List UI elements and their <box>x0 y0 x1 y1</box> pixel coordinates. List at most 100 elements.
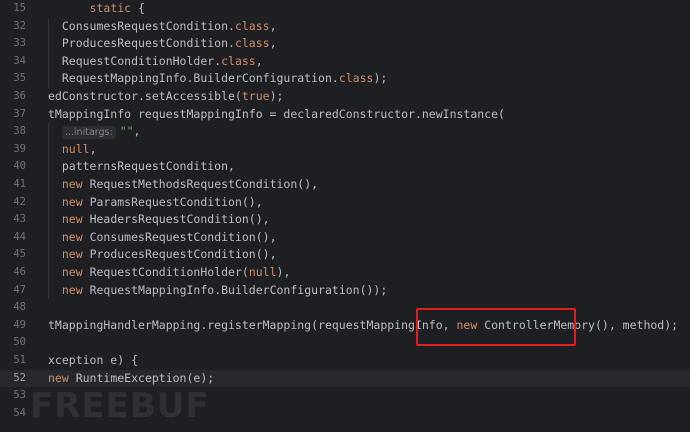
keyword-token: new <box>61 229 83 244</box>
code-line[interactable]: 49 tMappingHandlerMapping.registerMapping… <box>0 317 690 335</box>
code-token: RuntimeException(e); <box>68 370 215 385</box>
code-line[interactable]: 41 new RequestMethodsRequestCondition(), <box>0 176 690 194</box>
code-text: ConsumesRequestCondition.class, <box>48 18 277 36</box>
line-number: 37 <box>13 107 26 120</box>
code-line[interactable]: 50 <box>0 334 690 352</box>
keyword-token: new <box>61 194 83 209</box>
code-token: RequestMappingInfo.BuilderConfiguration. <box>61 71 339 86</box>
code-token: , <box>269 36 277 51</box>
code-token: ConsumesRequestCondition. <box>61 18 235 33</box>
code-line[interactable]: 42 new ParamsRequestCondition(), <box>0 194 690 212</box>
line-number: 49 <box>13 318 26 331</box>
code-text: new RequestMethodsRequestCondition(), <box>48 176 318 194</box>
code-token: RequestMappingInfo.BuilderConfiguration(… <box>82 282 388 297</box>
code-line[interactable]: 34 RequestConditionHolder.class, <box>0 53 690 71</box>
line-number: 50 <box>13 336 26 349</box>
highlight-box <box>416 308 576 346</box>
keyword-token: new <box>61 282 83 297</box>
code-line[interactable]: 36 edConstructor.setAccessible(true); <box>0 88 690 106</box>
code-line[interactable]: 46 new RequestConditionHolder(null), <box>0 264 690 282</box>
code-text: patternsRequestCondition, <box>48 158 235 176</box>
code-line[interactable]: 35 RequestMappingInfo.BuilderConfigurati… <box>0 70 690 88</box>
keyword-token: class <box>338 71 374 86</box>
code-token: ParamsRequestCondition(), <box>82 194 263 209</box>
code-token: patternsRequestCondition, <box>61 159 235 174</box>
line-number: 36 <box>13 90 26 102</box>
keyword-token: new <box>61 265 83 279</box>
line-number: 33 <box>13 37 26 50</box>
code-token: ), <box>276 265 291 279</box>
keyword-token: null <box>248 265 277 279</box>
code-token: , <box>255 53 263 68</box>
code-text: RequestConditionHolder.class, <box>48 53 263 71</box>
string-token: "" <box>119 124 134 139</box>
line-number: 42 <box>13 195 26 208</box>
code-line[interactable]: 48 <box>0 299 690 317</box>
code-token: tMappingInfo requestMappingInfo = declar… <box>48 106 505 121</box>
code-text: ProducesRequestCondition.class, <box>48 35 277 53</box>
code-token: , <box>89 141 97 156</box>
code-line[interactable]: 44 new ConsumesRequestCondition(), <box>0 229 690 247</box>
line-number: 47 <box>13 283 26 296</box>
code-line[interactable]: 52 new RuntimeException(e); <box>0 369 690 388</box>
code-text: static { <box>48 0 145 18</box>
code-text: RequestMappingInfo.BuilderConfiguration.… <box>48 70 387 88</box>
code-token: ); <box>269 89 284 103</box>
code-text: new ConsumesRequestCondition(), <box>48 229 277 247</box>
code-text: ...initargs: "", <box>48 123 140 141</box>
code-token: { <box>131 1 145 15</box>
code-token: , <box>133 124 141 139</box>
line-number: 44 <box>13 230 26 243</box>
code-text: xception e) { <box>48 352 138 370</box>
code-line[interactable]: 37 tMappingInfo requestMappingInfo = decl… <box>0 106 690 124</box>
code-token: ); <box>373 71 388 86</box>
code-text: edConstructor.setAccessible(true); <box>48 88 283 106</box>
keyword-token: null <box>61 141 90 156</box>
code-line[interactable]: 39 null, <box>0 141 690 159</box>
code-line[interactable]: 43 new HeadersRequestCondition(), <box>0 211 690 229</box>
code-line[interactable]: 15 static { <box>0 0 690 18</box>
line-number: 52 <box>13 371 26 384</box>
code-token: xception e) { <box>48 353 139 367</box>
indent-guide <box>48 123 49 300</box>
code-token: edConstructor.setAccessible( <box>48 89 242 103</box>
line-number: 41 <box>13 178 26 190</box>
keyword-token: new <box>48 370 69 385</box>
code-text: new RuntimeException(e); <box>48 370 214 388</box>
line-number: 51 <box>13 354 26 366</box>
code-token: tMappingHandlerMapping.registerMapping(r… <box>48 317 457 332</box>
code-line[interactable]: 47 new RequestMappingInfo.BuilderConfigu… <box>0 282 690 300</box>
keyword-token: new <box>61 177 83 191</box>
code-token: RequestConditionHolder. <box>61 53 222 68</box>
code-text: new ParamsRequestCondition(), <box>48 194 263 212</box>
line-number: 35 <box>13 72 26 85</box>
code-line[interactable]: 38 ...initargs: "", <box>0 123 690 141</box>
line-number: 48 <box>13 301 26 314</box>
line-number: 53 <box>13 389 26 402</box>
line-number: 45 <box>13 248 26 261</box>
code-editor[interactable]: 15 static {32 ConsumesRequestCondition.c… <box>0 0 690 432</box>
keyword-token: static <box>89 1 132 15</box>
line-number: 46 <box>13 266 26 278</box>
keyword-token: class <box>234 18 270 33</box>
code-token: , <box>269 18 277 33</box>
code-token: HeadersRequestCondition(), <box>82 212 270 227</box>
code-text: tMappingInfo requestMappingInfo = declar… <box>48 106 505 124</box>
code-line[interactable]: 40 patternsRequestCondition, <box>0 158 690 176</box>
code-line[interactable]: 33 ProducesRequestCondition.class, <box>0 35 690 53</box>
keyword-token: new <box>61 247 83 262</box>
code-text: null, <box>48 141 97 159</box>
line-number: 15 <box>13 2 26 14</box>
code-line[interactable]: 51 xception e) { <box>0 352 690 370</box>
line-number: 38 <box>13 125 26 138</box>
code-text: new RequestMappingInfo.BuilderConfigurat… <box>48 282 387 300</box>
code-text: new HeadersRequestCondition(), <box>48 211 270 229</box>
code-text: new RequestConditionHolder(null), <box>48 264 291 282</box>
line-number: 43 <box>13 213 26 226</box>
parameter-hint: ...initargs: <box>61 126 116 140</box>
code-line[interactable]: 32 ConsumesRequestCondition.class, <box>0 18 690 36</box>
code-token: ProducesRequestCondition. <box>61 36 235 51</box>
keyword-token: true <box>241 89 270 103</box>
line-number: 54 <box>13 406 26 419</box>
code-line[interactable]: 45 new ProducesRequestCondition(), <box>0 246 690 264</box>
